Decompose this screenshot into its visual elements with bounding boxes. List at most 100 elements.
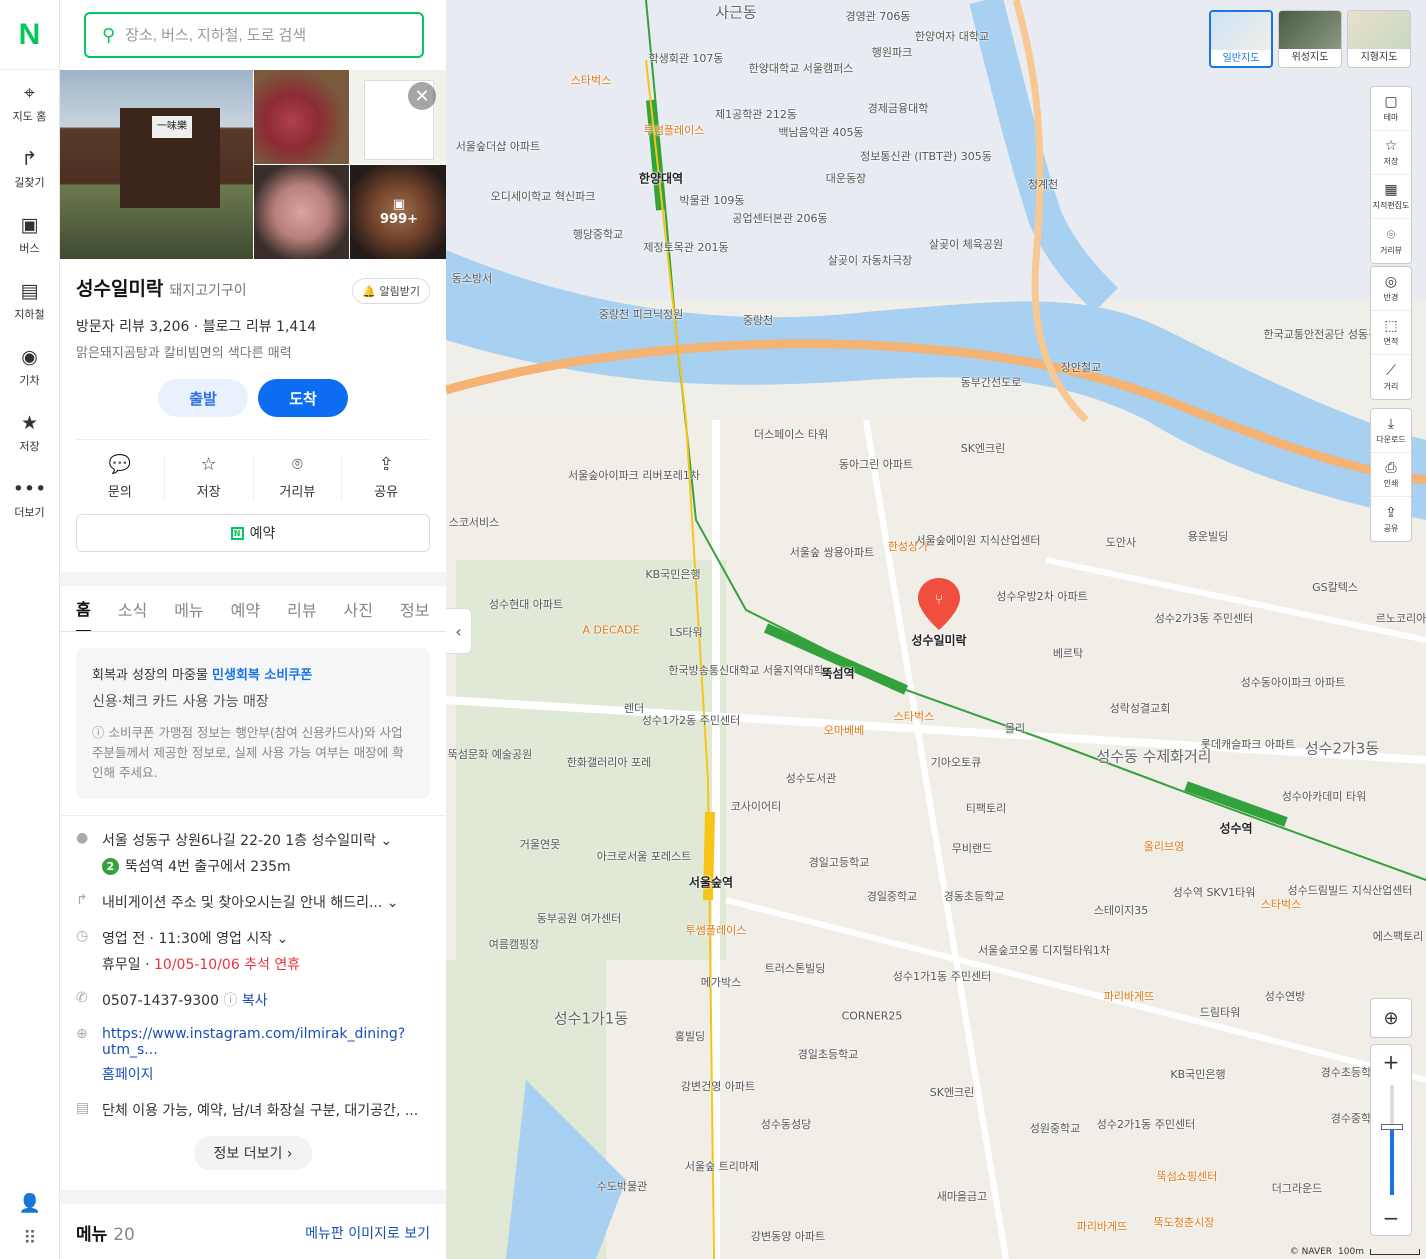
map-label[interactable]: 르노코리아: [1376, 610, 1426, 626]
map-label[interactable]: 성수동아이파크 아파트: [1241, 674, 1346, 690]
map-label[interactable]: GS칼텍스: [1312, 579, 1358, 595]
reserve-button[interactable]: N 예약: [76, 514, 430, 552]
map-label[interactable]: 뚝섬쇼핑센터: [1157, 1168, 1218, 1184]
rail-item-1[interactable]: ↱ 길찾기: [0, 136, 59, 202]
menu-image-link[interactable]: 메뉴판 이미지로 보기: [305, 1223, 430, 1243]
map-label[interactable]: SK엔크린: [930, 1084, 975, 1100]
map-label[interactable]: 수도박물관: [597, 1178, 648, 1194]
apps-grid-icon[interactable]: ⠿: [23, 1228, 36, 1249]
map-label[interactable]: 거울연못: [520, 836, 560, 852]
map-label[interactable]: 더그라운드: [1272, 1180, 1323, 1196]
map-label[interactable]: 파리바게뜨: [1077, 1218, 1128, 1234]
map-label[interactable]: 드림타워: [1200, 1004, 1240, 1020]
map-label[interactable]: 중랑천 피크닉정원: [599, 306, 683, 322]
map-label[interactable]: 경제금융대학: [868, 100, 929, 116]
tab-5[interactable]: 사진: [344, 586, 373, 631]
map-label[interactable]: 경동초등학교: [944, 888, 1005, 904]
tab-2[interactable]: 메뉴: [174, 586, 203, 631]
map-label[interactable]: 백남음악관 405동: [778, 124, 863, 140]
search-box[interactable]: ⚲: [84, 12, 424, 58]
map-tool-tools_mid-1[interactable]: ⬚ 면적: [1371, 311, 1411, 355]
map-type-0[interactable]: 일반지도: [1209, 10, 1273, 68]
map-label[interactable]: 한양여자 대학교: [915, 28, 989, 44]
map-label[interactable]: 더스페이스 타워: [754, 426, 828, 442]
map-label[interactable]: 홍빌딩: [675, 1028, 705, 1044]
map-label[interactable]: 올리브영: [1144, 838, 1184, 854]
map-label[interactable]: 동아그린 아파트: [839, 456, 913, 472]
map-label[interactable]: 경일초등학교: [798, 1046, 859, 1062]
map-label[interactable]: 여름캠핑장: [489, 936, 540, 952]
instagram-link[interactable]: https://www.instagram.com/ilmirak_dining…: [102, 1026, 430, 1058]
map-label[interactable]: 성수2가3동: [1305, 738, 1379, 759]
map-label[interactable]: 살곶이 체육공원: [929, 236, 1003, 252]
map-label[interactable]: 공업센터본관 206동: [732, 210, 827, 226]
map-label[interactable]: 티팩토리: [966, 800, 1006, 816]
map-label[interactable]: 코사이어티: [731, 798, 782, 814]
map-label[interactable]: 제1공학관 212동: [715, 106, 797, 122]
map-label[interactable]: 오마베베: [824, 722, 864, 738]
map-label[interactable]: 성수역 SKV1타워: [1173, 884, 1256, 900]
map-label[interactable]: 스타벅스: [894, 708, 934, 724]
map-label[interactable]: 성수1가1동 주민센터: [893, 968, 991, 984]
rail-item-3[interactable]: ▤ 지하철: [0, 268, 59, 334]
photo-storefront[interactable]: 一味樂: [60, 70, 253, 259]
action-0[interactable]: 💬 문의: [76, 454, 165, 500]
map-label[interactable]: 새마을금고: [937, 1188, 988, 1204]
map-label[interactable]: 한양대학교 서울캠퍼스: [749, 60, 854, 76]
map-tool-tools_bot-2[interactable]: ⇪ 공유: [1371, 497, 1411, 541]
blog-review-link[interactable]: 블로그 리뷰 1,414: [203, 319, 316, 335]
more-info-button[interactable]: 정보 더보기 ›: [193, 1136, 313, 1170]
map-label[interactable]: 트러스톤빌딩: [765, 960, 826, 976]
rail-item-5[interactable]: ★ 저장: [0, 400, 59, 466]
alarm-button[interactable]: 🔔 알림받기: [352, 278, 430, 304]
zoom-out-button[interactable]: −: [1371, 1201, 1411, 1235]
photo-more[interactable]: ▣ 999+: [350, 165, 446, 259]
map-tool-tools_mid-0[interactable]: ◎ 반경: [1371, 267, 1411, 311]
search-input[interactable]: [125, 26, 396, 44]
tab-1[interactable]: 소식: [118, 586, 147, 631]
map-label[interactable]: 성수2가1동 주민센터: [1097, 1116, 1195, 1132]
map-label[interactable]: 성수1가1동: [554, 1008, 628, 1029]
map-label[interactable]: 몰리: [1005, 720, 1025, 736]
map-label[interactable]: 동부간선도로: [961, 374, 1022, 390]
action-3[interactable]: ⇪ 공유: [342, 454, 430, 500]
close-icon[interactable]: ✕: [408, 82, 436, 110]
tab-0[interactable]: 홈: [76, 586, 91, 631]
map-label[interactable]: SK엔크린: [961, 440, 1006, 456]
map-label[interactable]: 뚝도청춘시장: [1154, 1214, 1215, 1230]
map-label[interactable]: 스코서비스: [449, 514, 500, 530]
map-label[interactable]: 파리바게뜨: [1104, 988, 1155, 1004]
map-tool-tools_top-1[interactable]: ☆ 저장: [1371, 131, 1411, 175]
map-label[interactable]: 제정토목관 201동: [643, 239, 728, 255]
homepage-link[interactable]: 홈페이지: [102, 1064, 430, 1084]
action-2[interactable]: ⌾ 거리뷰: [254, 454, 343, 500]
map-label[interactable]: 서울숲에이원 지식산업센터: [916, 532, 1041, 548]
map-label[interactable]: 청계천: [1028, 176, 1058, 192]
tab-3[interactable]: 예약: [231, 586, 260, 631]
map-label[interactable]: 성수동 수제화거리: [1096, 746, 1211, 767]
map-label[interactable]: 한화갤러리아 포레: [567, 754, 651, 770]
map-label[interactable]: 한국방송통신대학교 서울지역대학: [668, 662, 823, 678]
map-label[interactable]: 성수역: [1219, 820, 1252, 837]
map-label[interactable]: 성수연방: [1265, 988, 1305, 1004]
map-tool-tools_bot-0[interactable]: ⤓ 다운로드: [1371, 409, 1411, 453]
map-label[interactable]: 경일중학교: [867, 888, 918, 904]
map-label[interactable]: 사근동: [715, 2, 756, 23]
rail-item-2[interactable]: ▣ 버스: [0, 202, 59, 268]
map-label[interactable]: 강변건영 아파트: [681, 1078, 755, 1094]
zoom-slider-handle[interactable]: [1381, 1123, 1403, 1130]
map-label[interactable]: 오디세이학교 혁신파크: [491, 188, 596, 204]
map-label[interactable]: 대운동장: [826, 170, 866, 186]
map-label[interactable]: 학생회관 107동: [648, 50, 723, 66]
map-label[interactable]: 성수아카데미 타워: [1282, 788, 1366, 804]
map-label[interactable]: CORNER25: [842, 1010, 903, 1023]
map-label[interactable]: 도안사: [1106, 534, 1136, 550]
copy-button[interactable]: 복사: [242, 993, 268, 1009]
map-label[interactable]: 성락성결교회: [1110, 700, 1171, 716]
zoom-in-button[interactable]: +: [1371, 1045, 1411, 1079]
map-canvas[interactable]: ⑂ 사근동 한양대역 학생회관 107동 한양대학교 서울캠퍼스 경영관 706동 한양여…: [446, 0, 1426, 1259]
map-label[interactable]: 성수동성당: [761, 1116, 812, 1132]
map-label[interactable]: 베르탁: [1053, 645, 1083, 661]
map-tool-tools_bot-1[interactable]: ⎙ 인쇄: [1371, 453, 1411, 497]
rail-item-0[interactable]: ⌖ 지도 홈: [0, 70, 59, 136]
